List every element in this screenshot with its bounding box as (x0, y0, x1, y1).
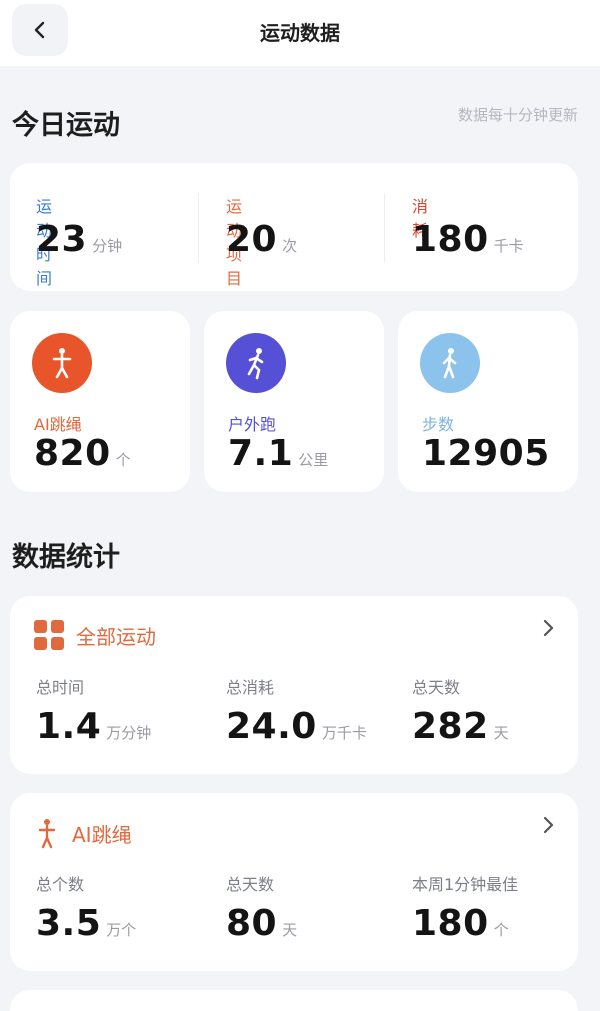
stat-column: 总时间 1.4 万分钟 (36, 674, 151, 747)
all-sports-title: 全部运动 (76, 624, 156, 649)
summary-value: 20 (226, 219, 278, 260)
today-summary-card: 运动时间 23 分钟 运动项目 20 次 消耗 180 千卡 (10, 163, 578, 291)
running-icon (247, 348, 264, 380)
stat-column: 总个数 3.5 万个 (36, 871, 136, 944)
stat-unit: 个 (115, 451, 131, 469)
all-sports-card[interactable]: 全部运动 总时间 1.4 万分钟 总消耗 24.0 万千卡 总天数 282 天 (10, 596, 578, 774)
stat-value: 1.4 (36, 706, 102, 747)
top-bar: 运动数据 (0, 0, 600, 66)
divider (384, 193, 385, 263)
jump-rope-stats-title: AI跳绳 (72, 822, 132, 847)
stat-value: 282 (412, 706, 489, 747)
jump-rope-icon-circle (32, 333, 92, 393)
stat-unit: 万个 (106, 921, 137, 939)
stat-column: 总天数 80 天 (226, 871, 297, 944)
stat-label: 总时间 (36, 678, 85, 697)
statistics-section-title: 数据统计 (12, 542, 120, 573)
stat-card-steps[interactable]: 步数 12905 (398, 311, 578, 492)
chevron-right-icon (543, 619, 554, 637)
summary-unit: 千卡 (493, 237, 524, 255)
jump-rope-icon (52, 348, 72, 379)
summary-value: 180 (412, 219, 489, 260)
grid-icon (34, 620, 64, 650)
stat-value: 820 (34, 433, 111, 474)
stat-label: 总天数 (226, 875, 275, 894)
stat-column: 总消耗 24.0 万千卡 (226, 674, 367, 747)
stat-value: 12905 (422, 433, 550, 474)
stat-card-jump-rope[interactable]: AI跳绳 820 个 (10, 311, 190, 492)
stat-label: 本周1分钟最佳 (412, 875, 519, 894)
stat-card-outdoor-run[interactable]: 户外跑 7.1 公里 (204, 311, 384, 492)
walking-icon (442, 348, 457, 379)
stat-value: 3.5 (36, 903, 102, 944)
summary-unit: 分钟 (92, 237, 123, 255)
today-section-title: 今日运动 (12, 110, 120, 141)
stat-value: 7.1 (228, 433, 294, 474)
stat-unit: 个 (493, 921, 509, 939)
walking-icon-circle (420, 333, 480, 393)
stat-unit: 万分钟 (106, 724, 152, 742)
stat-label: 户外跑 (228, 415, 277, 434)
stat-label: AI跳绳 (34, 415, 82, 434)
running-icon-circle (226, 333, 286, 393)
page-title: 运动数据 (260, 20, 340, 45)
stat-unit: 天 (493, 724, 509, 742)
summary-unit: 次 (282, 237, 298, 255)
next-stats-card[interactable] (10, 990, 578, 1011)
stat-label: 总天数 (412, 678, 461, 697)
update-note: 数据每十分钟更新 (457, 106, 578, 124)
stat-value: 80 (226, 903, 278, 944)
stat-value: 24.0 (226, 706, 317, 747)
chevron-right-icon (543, 816, 554, 834)
stat-value: 180 (412, 903, 489, 944)
divider (198, 193, 199, 263)
stat-unit: 万千卡 (321, 724, 367, 742)
jump-rope-icon (38, 819, 56, 849)
stat-unit: 公里 (298, 451, 329, 469)
stat-column: 本周1分钟最佳 180 个 (412, 871, 518, 944)
stat-column: 总天数 282 天 (412, 674, 509, 747)
jump-rope-stats-card[interactable]: AI跳绳 总个数 3.5 万个 总天数 80 天 本周1分钟最佳 180 个 (10, 793, 578, 971)
summary-value: 23 (36, 219, 88, 260)
stat-unit: 天 (282, 921, 298, 939)
stat-label: 步数 (422, 415, 455, 434)
stat-label: 总消耗 (226, 678, 275, 697)
stat-label: 总个数 (36, 875, 85, 894)
